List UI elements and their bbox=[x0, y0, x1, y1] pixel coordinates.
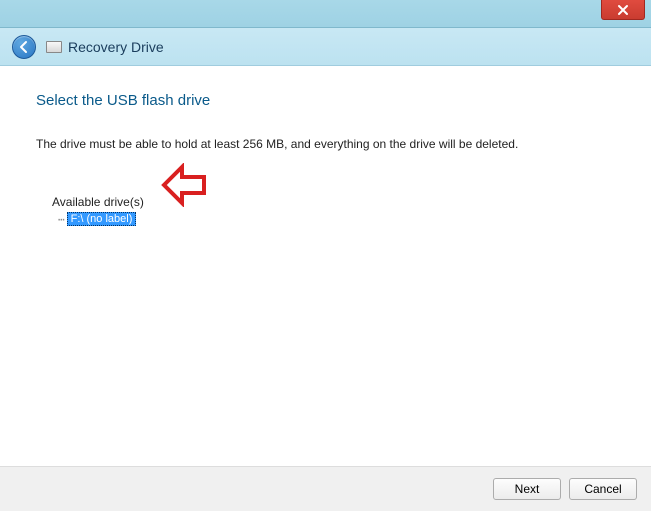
back-button[interactable] bbox=[12, 35, 36, 59]
available-drives-label: Available drive(s) bbox=[52, 195, 615, 209]
page-heading: Select the USB flash drive bbox=[36, 92, 615, 109]
drive-item[interactable]: F:\ (no label) bbox=[67, 212, 137, 226]
tree-row: ⋯ F:\ (no label) bbox=[58, 212, 615, 226]
window-titlebar bbox=[0, 0, 651, 28]
drive-icon bbox=[46, 41, 62, 53]
window-title: Recovery Drive bbox=[68, 39, 164, 55]
back-arrow-icon bbox=[17, 40, 31, 54]
close-icon bbox=[617, 4, 629, 16]
tree-connector-icon: ⋯ bbox=[58, 213, 65, 226]
wizard-header: Recovery Drive bbox=[0, 28, 651, 66]
wizard-content: Select the USB flash drive The drive mus… bbox=[0, 66, 651, 466]
next-button[interactable]: Next bbox=[493, 478, 561, 500]
close-button[interactable] bbox=[601, 0, 645, 20]
cancel-button[interactable]: Cancel bbox=[569, 478, 637, 500]
instruction-text: The drive must be able to hold at least … bbox=[36, 137, 615, 151]
wizard-footer: Next Cancel bbox=[0, 466, 651, 511]
